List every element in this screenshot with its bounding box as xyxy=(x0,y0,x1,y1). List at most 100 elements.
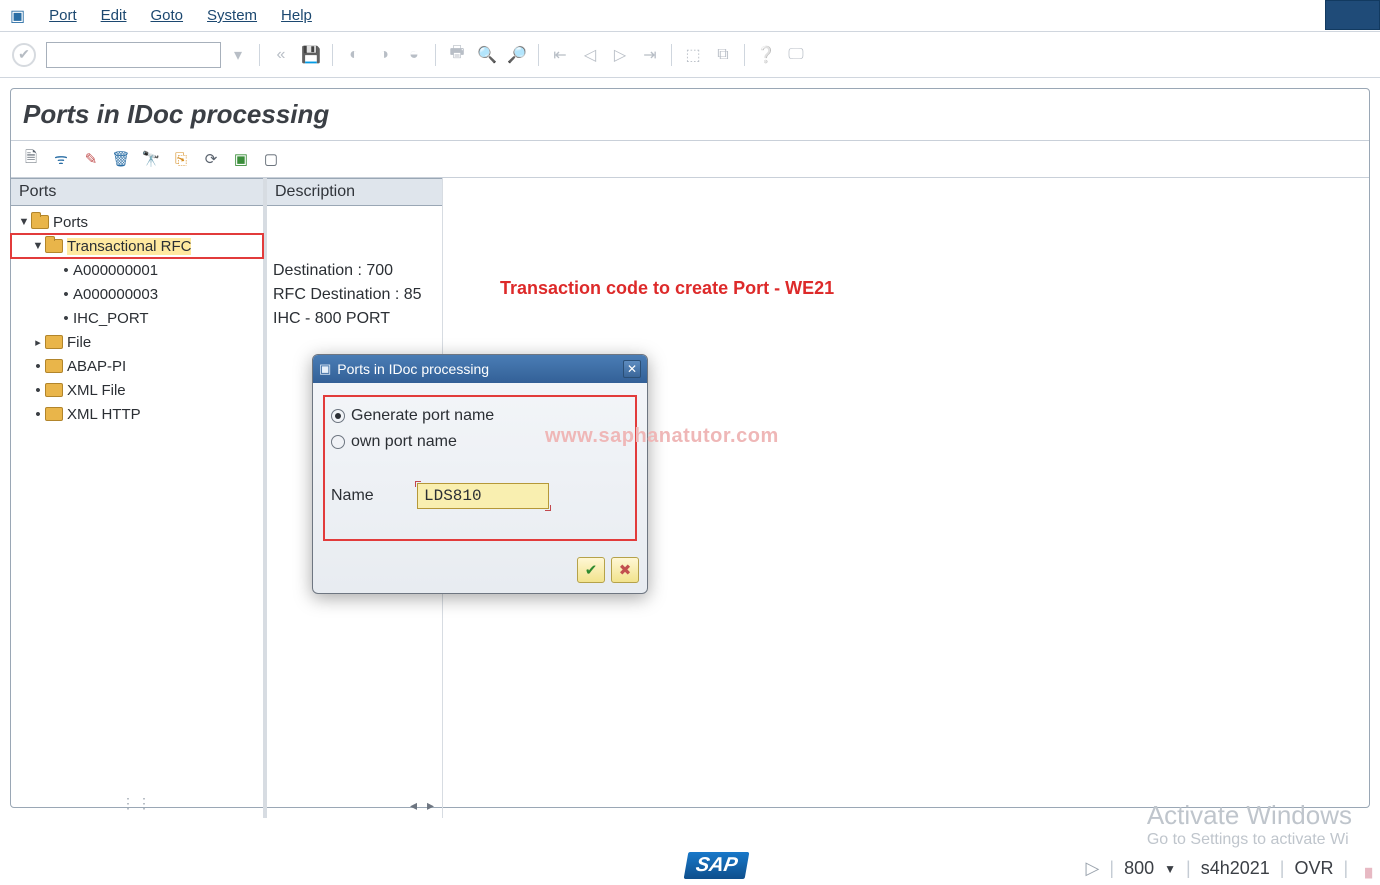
toolbar-separator xyxy=(538,44,539,66)
page-title: Ports in IDoc processing xyxy=(11,89,1369,141)
shortcut-icon[interactable]: ⧉ xyxy=(710,42,736,68)
tree-label: A000000003 xyxy=(73,286,158,303)
port-name-input[interactable] xyxy=(417,483,549,509)
status-client-dropdown-icon[interactable]: ▼ xyxy=(1164,862,1176,876)
status-insert-mode: OVR xyxy=(1294,858,1333,879)
bullet-icon: • xyxy=(31,358,45,375)
tree-leaf-a000000003[interactable]: • A000000003 xyxy=(11,282,263,306)
description-body: Destination : 700 RFC Destination : 85 I… xyxy=(267,206,442,334)
menu-edit[interactable]: Edit xyxy=(101,7,127,24)
tree-label: XML HTTP xyxy=(67,406,141,423)
radio-icon xyxy=(331,409,345,423)
tree-node-file[interactable]: ▸ File xyxy=(11,330,263,354)
menu-goto[interactable]: Goto xyxy=(151,7,184,24)
folder-icon xyxy=(45,335,63,349)
find-icon[interactable]: 🔍 xyxy=(474,42,500,68)
menu-doc-icon: ▣ xyxy=(10,6,25,26)
expander-icon[interactable]: ▼ xyxy=(17,216,31,228)
folder-icon xyxy=(45,359,63,373)
folder-icon xyxy=(45,407,63,421)
collapse-icon[interactable]: ▢ xyxy=(259,147,283,171)
menubar: ▣ Port Edit Goto System Help xyxy=(0,0,1380,32)
scroll-right-icon[interactable]: ▸ xyxy=(427,797,434,814)
bullet-icon: • xyxy=(31,406,45,423)
save-icon[interactable]: 💾 xyxy=(298,42,324,68)
back-icon[interactable]: « xyxy=(268,42,294,68)
status-play-icon[interactable]: ▷ xyxy=(1086,858,1100,879)
description-a000000003: RFC Destination : 85 xyxy=(273,286,436,310)
nav-cancel-icon[interactable]: ◒ xyxy=(401,42,427,68)
activate-windows-watermark: Activate Windows Go to Settings to activ… xyxy=(1147,800,1352,849)
tree-leaf-a000000001[interactable]: • A000000001 xyxy=(11,258,263,282)
command-field[interactable] xyxy=(46,42,221,68)
tree-leaf-ihc-port[interactable]: • IHC_PORT xyxy=(11,306,263,330)
scroll-left-icon[interactable]: ◂ xyxy=(410,797,417,814)
tree-node-xml-file[interactable]: • XML File xyxy=(11,378,263,402)
nav-back-icon[interactable]: ◐ xyxy=(341,42,367,68)
binoculars-icon[interactable]: 🔭 xyxy=(139,147,163,171)
dialog-button-row: ✔ ✖ xyxy=(313,549,647,593)
dialog-ok-button[interactable]: ✔ xyxy=(577,557,605,583)
dialog-highlight-outline: Generate port name own port name Name xyxy=(323,395,637,541)
create-icon[interactable]: 🗎 xyxy=(19,147,43,171)
description-scroll-controls: ◂ ▸ xyxy=(410,797,434,814)
new-session-icon[interactable]: ⬚ xyxy=(680,42,706,68)
description-a000000001: Destination : 700 xyxy=(273,262,436,286)
system-toolbar: ✔ ▾ « 💾 ◐ ◑ ◒ 🖶 🔍 🔎 ⇤ ◁ ▷ ⇥ ⬚ ⧉ ❔ 🖵 xyxy=(0,32,1380,78)
nav-exit-icon[interactable]: ◑ xyxy=(371,42,397,68)
dialog-cancel-button[interactable]: ✖ xyxy=(611,557,639,583)
delete-icon[interactable]: 🗑 xyxy=(109,147,133,171)
expander-icon[interactable]: ▼ xyxy=(31,240,45,252)
refresh-icon[interactable]: ⟳ xyxy=(199,147,223,171)
dropdown-icon[interactable]: ▾ xyxy=(225,42,251,68)
dialog-doc-icon: ▣ xyxy=(319,361,331,377)
change-icon[interactable]: ✎ xyxy=(79,147,103,171)
dialog-titlebar[interactable]: ▣ Ports in IDoc processing ✕ xyxy=(313,355,647,383)
tree-label: A000000001 xyxy=(73,262,158,279)
folder-icon xyxy=(45,383,63,397)
tree-node-abap-pi[interactable]: • ABAP-PI xyxy=(11,354,263,378)
menu-port[interactable]: Port xyxy=(49,7,77,24)
copy-icon[interactable]: ⎘ xyxy=(169,147,193,171)
window-corner-button[interactable] xyxy=(1325,0,1380,30)
last-page-icon[interactable]: ⇥ xyxy=(637,42,663,68)
tree-root-ports[interactable]: ▼ Ports xyxy=(11,210,263,234)
tree-body: ▼ Ports ▼ Transactional RFC • A000000001… xyxy=(11,206,263,430)
watermark-text: www.saphanatutor.com xyxy=(545,425,779,448)
toolbar-separator xyxy=(671,44,672,66)
name-field-label: Name xyxy=(331,487,417,505)
splitter-grip-icon[interactable]: ⋮⋮ xyxy=(121,795,153,812)
name-input-row: Name xyxy=(331,483,629,509)
activate-line1: Activate Windows xyxy=(1147,800,1352,831)
tree-node-transactional-rfc[interactable]: ▼ Transactional RFC xyxy=(11,234,263,258)
expander-icon[interactable]: ▸ xyxy=(31,336,45,349)
find-next-icon[interactable]: 🔎 xyxy=(504,42,530,68)
application-area: Ports in IDoc processing 🗎 ᯤ ✎ 🗑 🔭 ⎘ ⟳ ▣… xyxy=(10,88,1370,808)
menu-system[interactable]: System xyxy=(207,7,257,24)
first-page-icon[interactable]: ⇤ xyxy=(547,42,573,68)
status-signal-icon: ▗ xyxy=(1358,858,1372,879)
description-column-header: Description xyxy=(267,178,442,206)
next-page-icon[interactable]: ▷ xyxy=(607,42,633,68)
required-marker-icon xyxy=(415,481,421,487)
print-icon[interactable]: 🖶 xyxy=(444,42,470,68)
glasses-icon[interactable]: ᯤ xyxy=(49,147,73,171)
expand-icon[interactable]: ▣ xyxy=(229,147,253,171)
dialog-close-button[interactable]: ✕ xyxy=(623,360,641,378)
dialog-title-text: Ports in IDoc processing xyxy=(337,361,489,377)
folder-icon xyxy=(31,215,49,229)
layout-icon[interactable]: 🖵 xyxy=(783,42,809,68)
menu-help[interactable]: Help xyxy=(281,7,312,24)
help-icon[interactable]: ❔ xyxy=(753,42,779,68)
tree-node-xml-http[interactable]: • XML HTTP xyxy=(11,402,263,426)
tree-label: Transactional RFC xyxy=(67,238,191,255)
folder-icon xyxy=(45,239,63,253)
status-system: s4h2021 xyxy=(1201,858,1270,879)
radio-label: Generate port name xyxy=(351,407,494,425)
tree-label: Ports xyxy=(53,214,88,231)
status-client[interactable]: 800 xyxy=(1124,858,1154,879)
status-bar: ▷ | 800 ▼ | s4h2021 | OVR | ▗ xyxy=(1086,858,1372,879)
prev-page-icon[interactable]: ◁ xyxy=(577,42,603,68)
enter-icon[interactable]: ✔ xyxy=(12,43,36,67)
dialog-body: Generate port name own port name Name xyxy=(313,383,647,549)
